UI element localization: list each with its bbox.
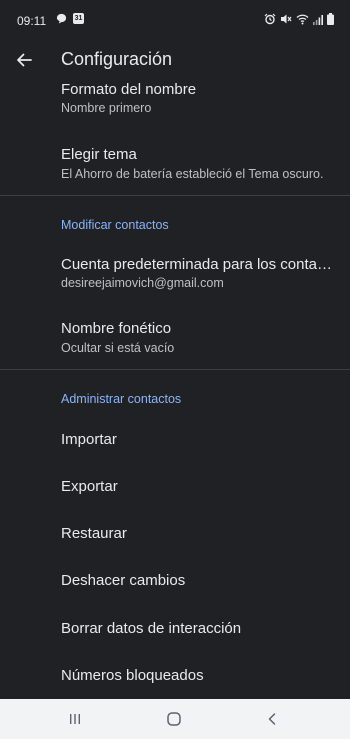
signal-icon [313, 14, 323, 25]
divider [0, 195, 350, 196]
setting-title: Restaurar [61, 525, 127, 542]
mute-icon [281, 14, 292, 24]
back-nav-icon [268, 713, 276, 725]
status-time: 09:11 [17, 14, 47, 28]
setting-undo-changes[interactable]: Deshacer cambios [0, 560, 350, 604]
divider [0, 369, 350, 370]
setting-title: Exportar [61, 478, 118, 495]
setting-title: Nombre fonético [61, 320, 172, 337]
status-left-icons: 31 [56, 13, 84, 24]
back-button[interactable] [10, 46, 38, 74]
setting-subtitle: desireejaimovich@gmail.com [61, 276, 224, 290]
wifi-icon [296, 14, 309, 25]
status-bar: 09:11 31 [0, 0, 350, 40]
recents-icon [70, 714, 80, 724]
status-right-icons [264, 13, 334, 25]
setting-title: Números bloqueados [61, 667, 204, 684]
setting-clear-interaction-data[interactable]: Borrar datos de interacción [0, 608, 350, 652]
calendar-icon: 31 [73, 13, 84, 24]
setting-import[interactable]: Importar [0, 419, 350, 463]
setting-default-account[interactable]: Cuenta predeterminada para los contact..… [0, 248, 350, 300]
setting-subtitle: El Ahorro de batería estableció el Tema … [61, 167, 324, 181]
home-icon [167, 712, 181, 726]
section-header-modify: Modificar contactos [61, 218, 169, 232]
setting-phonetic-name[interactable]: Nombre fonético Ocultar si está vacío [0, 311, 350, 363]
setting-export[interactable]: Exportar [0, 466, 350, 510]
arrow-back-icon [17, 53, 32, 67]
home-button[interactable] [162, 707, 186, 731]
setting-subtitle: Ocultar si está vacío [61, 341, 175, 355]
alarm-icon [264, 13, 276, 25]
battery-icon [327, 13, 334, 25]
setting-title: Borrar datos de interacción [61, 620, 242, 637]
setting-theme[interactable]: Elegir tema El Ahorro de batería estable… [0, 138, 350, 193]
setting-blocked-numbers[interactable]: Números bloqueados [0, 655, 350, 699]
section-header-manage: Administrar contactos [61, 392, 182, 406]
setting-title: Deshacer cambios [61, 572, 186, 589]
recents-button[interactable] [63, 707, 87, 731]
navigation-bar [0, 699, 350, 739]
page-title: Configuración [61, 49, 173, 69]
back-nav-button[interactable] [260, 707, 284, 731]
chat-icon [56, 13, 67, 24]
setting-title: Elegir tema [61, 146, 137, 163]
setting-title: Formato del nombre [61, 81, 197, 98]
setting-title: Cuenta predeterminada para los contact.. [61, 256, 336, 273]
setting-subtitle: Nombre primero [61, 101, 152, 115]
setting-title: Importar [61, 431, 117, 448]
setting-name-format[interactable]: Formato del nombre Nombre primero [0, 76, 350, 126]
setting-restore[interactable]: Restaurar [0, 513, 350, 557]
